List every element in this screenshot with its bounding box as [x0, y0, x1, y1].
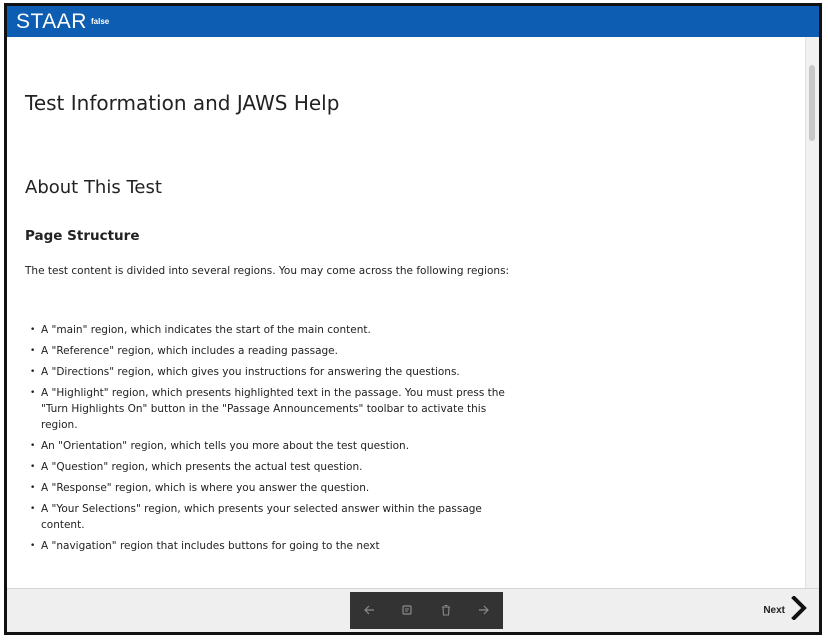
list-item: A "Your Selections" region, which presen…: [25, 501, 525, 533]
list-item: A "Highlight" region, which presents hig…: [25, 385, 525, 433]
list-item: A "main" region, which indicates the sta…: [25, 322, 525, 338]
chevron-right-icon: [791, 595, 809, 624]
delete-button[interactable]: [432, 596, 460, 626]
page-title: Test Information and JAWS Help: [25, 91, 340, 115]
list-item: A "Question" region, which presents the …: [25, 459, 525, 475]
bottom-toolbar: Next: [7, 588, 819, 632]
list-item: An "Orientation" region, which tells you…: [25, 438, 525, 454]
forward-button[interactable]: [470, 596, 498, 626]
trash-icon: [440, 602, 452, 620]
vertical-scrollbar[interactable]: [805, 37, 819, 592]
previous-button[interactable]: [355, 596, 383, 626]
section-title: About This Test: [25, 177, 162, 198]
staar-logo: STAAR: [16, 10, 87, 33]
list-item: A "Reference" region, which includes a r…: [25, 343, 525, 359]
intro-text: The test content is divided into several…: [25, 265, 510, 277]
scrollbar-thumb[interactable]: [809, 65, 815, 141]
help-content: Test Information and JAWS Help About Thi…: [7, 37, 807, 592]
next-button-label: Next: [763, 604, 785, 616]
list-item: A "navigation" region that includes butt…: [25, 538, 525, 554]
note-icon: [401, 602, 413, 620]
navigation-controls: [350, 592, 503, 629]
subsection-title: Page Structure: [25, 228, 140, 244]
note-button[interactable]: [393, 596, 421, 626]
arrow-right-icon: [478, 602, 490, 620]
list-item: A "Response" region, which is where you …: [25, 480, 525, 496]
arrow-left-icon: [363, 602, 375, 620]
region-list: A "main" region, which indicates the sta…: [25, 322, 525, 559]
logo-subtitle: false: [91, 17, 110, 26]
next-button[interactable]: Next: [763, 595, 809, 624]
top-bar: STAAR false: [7, 6, 819, 37]
list-item: A "Directions" region, which gives you i…: [25, 364, 525, 380]
app-frame: STAAR false Test Information and JAWS He…: [4, 3, 822, 635]
